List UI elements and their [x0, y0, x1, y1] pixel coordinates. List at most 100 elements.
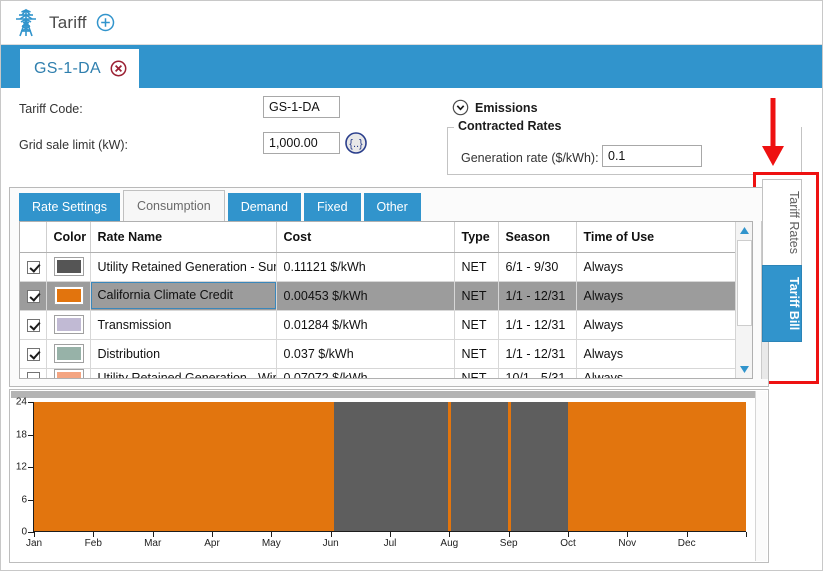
table-row[interactable]: Utility Retained Generation - Win 0.0707…: [20, 368, 752, 379]
column-header-rate-name[interactable]: Rate Name: [90, 222, 276, 252]
x-tick-label: Mar: [144, 538, 161, 549]
row-checkbox[interactable]: [27, 319, 40, 332]
cell-rate-name[interactable]: Utility Retained Generation - Sum: [90, 252, 276, 281]
tab-consumption[interactable]: Consumption: [123, 190, 225, 221]
row-checkbox-cell[interactable]: [20, 368, 46, 379]
side-tab-tariff-bill[interactable]: Tariff Bill: [762, 265, 802, 342]
tariff-code-input[interactable]: [263, 96, 340, 118]
cell-time-of-use[interactable]: Always: [576, 252, 752, 281]
braces-ellipsis-icon[interactable]: {..}: [344, 131, 368, 155]
row-checkbox-cell[interactable]: [20, 281, 46, 310]
chart-horizontal-scrollbar[interactable]: [11, 391, 755, 398]
cell-rate-name-editor[interactable]: California Climate Credit: [91, 282, 276, 309]
column-header-select[interactable]: [20, 222, 46, 252]
cell-type[interactable]: NET: [454, 339, 498, 368]
tab-other[interactable]: Other: [364, 193, 421, 221]
grid-sale-limit-input[interactable]: [263, 132, 340, 154]
table-row[interactable]: California Climate Credit 0.00453 $/kWh …: [20, 281, 752, 310]
color-swatch-button[interactable]: [54, 369, 84, 380]
document-tabstrip: GS-1-DA: [1, 45, 822, 88]
tab-demand[interactable]: Demand: [228, 193, 301, 221]
color-swatch: [57, 260, 81, 273]
document-tab-gs-1-da[interactable]: GS-1-DA: [20, 49, 139, 88]
row-checkbox[interactable]: [27, 290, 40, 303]
table-row[interactable]: Distribution 0.037 $/kWh NET 1/1 - 12/31…: [20, 339, 752, 368]
row-color-cell[interactable]: [46, 339, 90, 368]
document-tab-label: GS-1-DA: [34, 60, 101, 78]
row-color-cell[interactable]: [46, 281, 90, 310]
color-swatch-button[interactable]: [54, 315, 84, 334]
tab-rate-settings[interactable]: Rate Settings: [19, 193, 120, 221]
row-color-cell[interactable]: [46, 252, 90, 281]
cell-time-of-use[interactable]: Always: [576, 281, 752, 310]
cell-season[interactable]: 1/1 - 12/31: [498, 281, 576, 310]
cell-rate-name[interactable]: Utility Retained Generation - Win: [90, 368, 276, 379]
cell-rate-name[interactable]: Distribution: [90, 339, 276, 368]
column-header-cost[interactable]: Cost: [276, 222, 454, 252]
table-header-row: Color Rate Name Cost Type Season Time of…: [20, 222, 752, 252]
color-swatch-button[interactable]: [54, 286, 84, 305]
generation-rate-label: Generation rate ($/kWh):: [461, 151, 599, 165]
color-swatch: [57, 372, 81, 380]
side-tab-tariff-rates[interactable]: Tariff Rates: [762, 179, 802, 266]
table-row[interactable]: Utility Retained Generation - Sum 0.1112…: [20, 252, 752, 281]
row-color-cell[interactable]: [46, 368, 90, 379]
window-header: Tariff: [1, 1, 822, 45]
generation-rate-input[interactable]: [602, 145, 702, 167]
cell-time-of-use[interactable]: Always: [576, 310, 752, 339]
row-checkbox[interactable]: [27, 261, 40, 274]
cell-type[interactable]: NET: [454, 310, 498, 339]
cell-cost[interactable]: 0.11121 $/kWh: [276, 252, 454, 281]
scrollbar-thumb[interactable]: [737, 240, 752, 326]
tab-fixed[interactable]: Fixed: [304, 193, 361, 221]
cell-cost[interactable]: 0.037 $/kWh: [276, 339, 454, 368]
row-checkbox-cell[interactable]: [20, 252, 46, 281]
y-tick-label: 0: [21, 527, 27, 538]
column-header-time-of-use[interactable]: Time of Use: [576, 222, 752, 252]
scroll-down-arrow-icon[interactable]: [736, 361, 753, 378]
cell-season[interactable]: 1/1 - 12/31: [498, 339, 576, 368]
column-header-type[interactable]: Type: [454, 222, 498, 252]
cell-cost[interactable]: 0.00453 $/kWh: [276, 281, 454, 310]
cell-cost[interactable]: 0.07072 $/kWh: [276, 368, 454, 379]
cell-type[interactable]: NET: [454, 252, 498, 281]
row-checkbox-cell[interactable]: [20, 339, 46, 368]
cell-season[interactable]: 1/1 - 12/31: [498, 310, 576, 339]
y-tick-label: 12: [16, 462, 27, 473]
emissions-expander[interactable]: Emissions: [452, 99, 538, 116]
plus-circle-icon[interactable]: [96, 13, 115, 32]
cell-season[interactable]: 10/1 - 5/31: [498, 368, 576, 379]
season-schedule-chart: 24 18 12 6 0 Jan Feb Mar Ap: [9, 389, 769, 563]
x-tick-label: Jul: [384, 538, 397, 549]
close-circle-icon[interactable]: [110, 60, 127, 77]
cell-season[interactable]: 6/1 - 9/30: [498, 252, 576, 281]
rate-category-tabs: Rate Settings Consumption Demand Fixed O…: [10, 188, 768, 221]
color-swatch: [57, 347, 81, 360]
cell-time-of-use[interactable]: Always: [576, 339, 752, 368]
x-tick-label: Feb: [85, 538, 102, 549]
column-header-season[interactable]: Season: [498, 222, 576, 252]
chart-plot-area: [34, 402, 746, 532]
color-swatch-button[interactable]: [54, 257, 84, 276]
chart-y-axis: 24 18 12 6 0: [10, 390, 34, 532]
color-swatch-button[interactable]: [54, 344, 84, 363]
table-row[interactable]: Transmission 0.01284 $/kWh NET 1/1 - 12/…: [20, 310, 752, 339]
chart-x-axis: Jan Feb Mar Apr May Jun Jul Aug Sep Oct …: [34, 532, 746, 556]
row-checkbox[interactable]: [27, 372, 40, 379]
row-checkbox[interactable]: [27, 348, 40, 361]
cell-time-of-use[interactable]: Always: [576, 368, 752, 379]
cell-rate-name[interactable]: Transmission: [90, 310, 276, 339]
scroll-up-arrow-icon[interactable]: [736, 222, 753, 239]
cell-type[interactable]: NET: [454, 281, 498, 310]
cell-rate-name[interactable]: California Climate Credit: [90, 281, 276, 310]
cell-cost[interactable]: 0.01284 $/kWh: [276, 310, 454, 339]
x-tick-label: Apr: [204, 538, 220, 549]
tariff-editor-window: Tariff GS-1-DA Tariff Code: Grid sale li…: [0, 0, 823, 571]
column-header-color[interactable]: Color: [46, 222, 90, 252]
row-checkbox-cell[interactable]: [20, 310, 46, 339]
svg-text:{..}: {..}: [349, 138, 363, 150]
row-color-cell[interactable]: [46, 310, 90, 339]
cell-type[interactable]: NET: [454, 368, 498, 379]
grid-vertical-scrollbar[interactable]: [735, 222, 752, 378]
rates-data-grid: Color Rate Name Cost Type Season Time of…: [19, 221, 753, 379]
